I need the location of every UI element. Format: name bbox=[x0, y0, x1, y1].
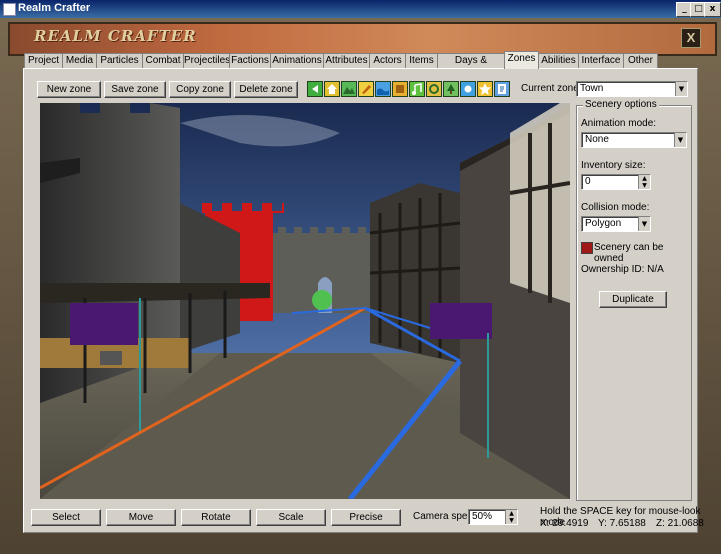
delete-zone-button[interactable]: Delete zone bbox=[234, 81, 298, 98]
collision-mode-dropdown[interactable]: Polygon ▼ bbox=[581, 216, 651, 232]
camera-speed-spinner[interactable]: 50% ▲ ▼ bbox=[468, 509, 518, 525]
house-icon[interactable] bbox=[324, 81, 340, 97]
new-zone-button[interactable]: New zone bbox=[37, 81, 101, 98]
tree-icon[interactable] bbox=[443, 81, 459, 97]
scenery-options-legend: Scenery options bbox=[583, 99, 659, 110]
script-icon[interactable] bbox=[494, 81, 510, 97]
tab-interface[interactable]: Interface bbox=[578, 53, 624, 68]
select-tool-button[interactable]: Select bbox=[31, 509, 101, 526]
chevron-down-icon[interactable]: ▼ bbox=[675, 82, 687, 96]
coord-y: Y: 7.65188 bbox=[598, 518, 646, 529]
app-logo: REALM CRAFTER bbox=[34, 27, 197, 45]
tab-factions[interactable]: Factions bbox=[229, 53, 271, 68]
collision-mode-value: Polygon bbox=[585, 218, 622, 229]
animation-mode-value: None bbox=[585, 134, 609, 145]
header-banner: REALM CRAFTER X bbox=[8, 22, 717, 56]
current-zone-label: Current zone: bbox=[521, 83, 582, 94]
tab-media[interactable]: Media bbox=[62, 53, 97, 68]
chevron-down-icon[interactable]: ▼ bbox=[638, 217, 650, 231]
tab-other[interactable]: Other bbox=[623, 53, 658, 68]
spinner-arrows-icon[interactable]: ▲ ▼ bbox=[638, 175, 650, 189]
portal-icon[interactable] bbox=[426, 81, 442, 97]
window-title: Realm Crafter bbox=[18, 2, 91, 14]
water-icon[interactable] bbox=[375, 81, 391, 97]
zone-3d-viewport[interactable] bbox=[40, 103, 570, 499]
current-zone-dropdown[interactable]: Town ▼ bbox=[576, 81, 688, 97]
tab-project[interactable]: Project bbox=[24, 53, 63, 68]
inventory-size-value: 0 bbox=[585, 176, 591, 187]
scene-render bbox=[40, 103, 570, 499]
can-be-owned-label: Scenery can be owned bbox=[594, 242, 664, 264]
banner-close-button[interactable]: X bbox=[681, 28, 701, 48]
sun-icon[interactable] bbox=[460, 81, 476, 97]
box-icon[interactable] bbox=[392, 81, 408, 97]
tab-animations[interactable]: Animations bbox=[270, 53, 324, 68]
tab-particles[interactable]: Particles bbox=[96, 53, 143, 68]
tab-projectiles[interactable]: Projectiles bbox=[183, 53, 230, 68]
tab-actors[interactable]: Actors bbox=[369, 53, 406, 68]
scale-tool-button[interactable]: Scale bbox=[256, 509, 326, 526]
animation-mode-dropdown[interactable]: None ▼ bbox=[581, 132, 687, 148]
application-window: Realm Crafter _ □ x REALM CRAFTER X Proj… bbox=[0, 0, 721, 554]
music-icon[interactable] bbox=[409, 81, 425, 97]
tab-zones[interactable]: Zones bbox=[504, 51, 539, 69]
pencil-icon[interactable] bbox=[358, 81, 374, 97]
camera-speed-value: 50% bbox=[472, 511, 493, 522]
save-zone-button[interactable]: Save zone bbox=[104, 81, 166, 98]
tab-attributes[interactable]: Attributes bbox=[323, 53, 370, 68]
coord-z: Z: 21.0688 bbox=[656, 518, 704, 529]
inventory-size-spinner[interactable]: 0 ▲ ▼ bbox=[581, 174, 651, 190]
rotate-tool-button[interactable]: Rotate bbox=[181, 509, 251, 526]
tab-days-seasons[interactable]: Days & seasons bbox=[437, 53, 505, 80]
inventory-size-label: Inventory size: bbox=[581, 160, 646, 171]
tab-combat[interactable]: Combat bbox=[142, 53, 184, 68]
star-icon[interactable] bbox=[477, 81, 493, 97]
copy-zone-button[interactable]: Copy zone bbox=[169, 81, 231, 98]
precise-tool-button[interactable]: Precise bbox=[331, 509, 401, 526]
zones-panel: New zone Save zone Copy zone Delete zone… bbox=[23, 68, 698, 533]
ownership-id-text: Ownership ID: N/A bbox=[581, 264, 664, 275]
move-tool-button[interactable]: Move bbox=[106, 509, 176, 526]
bottom-toolbar: Select Move Rotate Scale Precise Camera … bbox=[8, 505, 713, 533]
animation-mode-label: Animation mode: bbox=[581, 118, 657, 129]
app-icon bbox=[3, 3, 16, 16]
title-bar[interactable]: Realm Crafter _ □ x bbox=[0, 0, 721, 18]
can-be-owned-checkbox[interactable] bbox=[581, 242, 593, 254]
chevron-down-icon[interactable]: ▼ bbox=[674, 133, 686, 147]
spinner-arrows-icon[interactable]: ▲ ▼ bbox=[505, 510, 517, 524]
current-zone-value: Town bbox=[580, 83, 604, 94]
scenery-options-group: Scenery options Animation mode: None ▼ I… bbox=[576, 99, 692, 501]
duplicate-button[interactable]: Duplicate bbox=[599, 291, 667, 308]
terrain-icon[interactable] bbox=[341, 81, 357, 97]
tab-items[interactable]: Items bbox=[405, 53, 438, 68]
arrow-left-icon[interactable] bbox=[307, 81, 323, 97]
coord-x: X: 29.4919 bbox=[540, 518, 589, 529]
tab-abilities[interactable]: Abilities bbox=[538, 53, 579, 68]
close-window-button[interactable]: x bbox=[704, 2, 721, 17]
collision-mode-label: Collision mode: bbox=[581, 202, 650, 213]
